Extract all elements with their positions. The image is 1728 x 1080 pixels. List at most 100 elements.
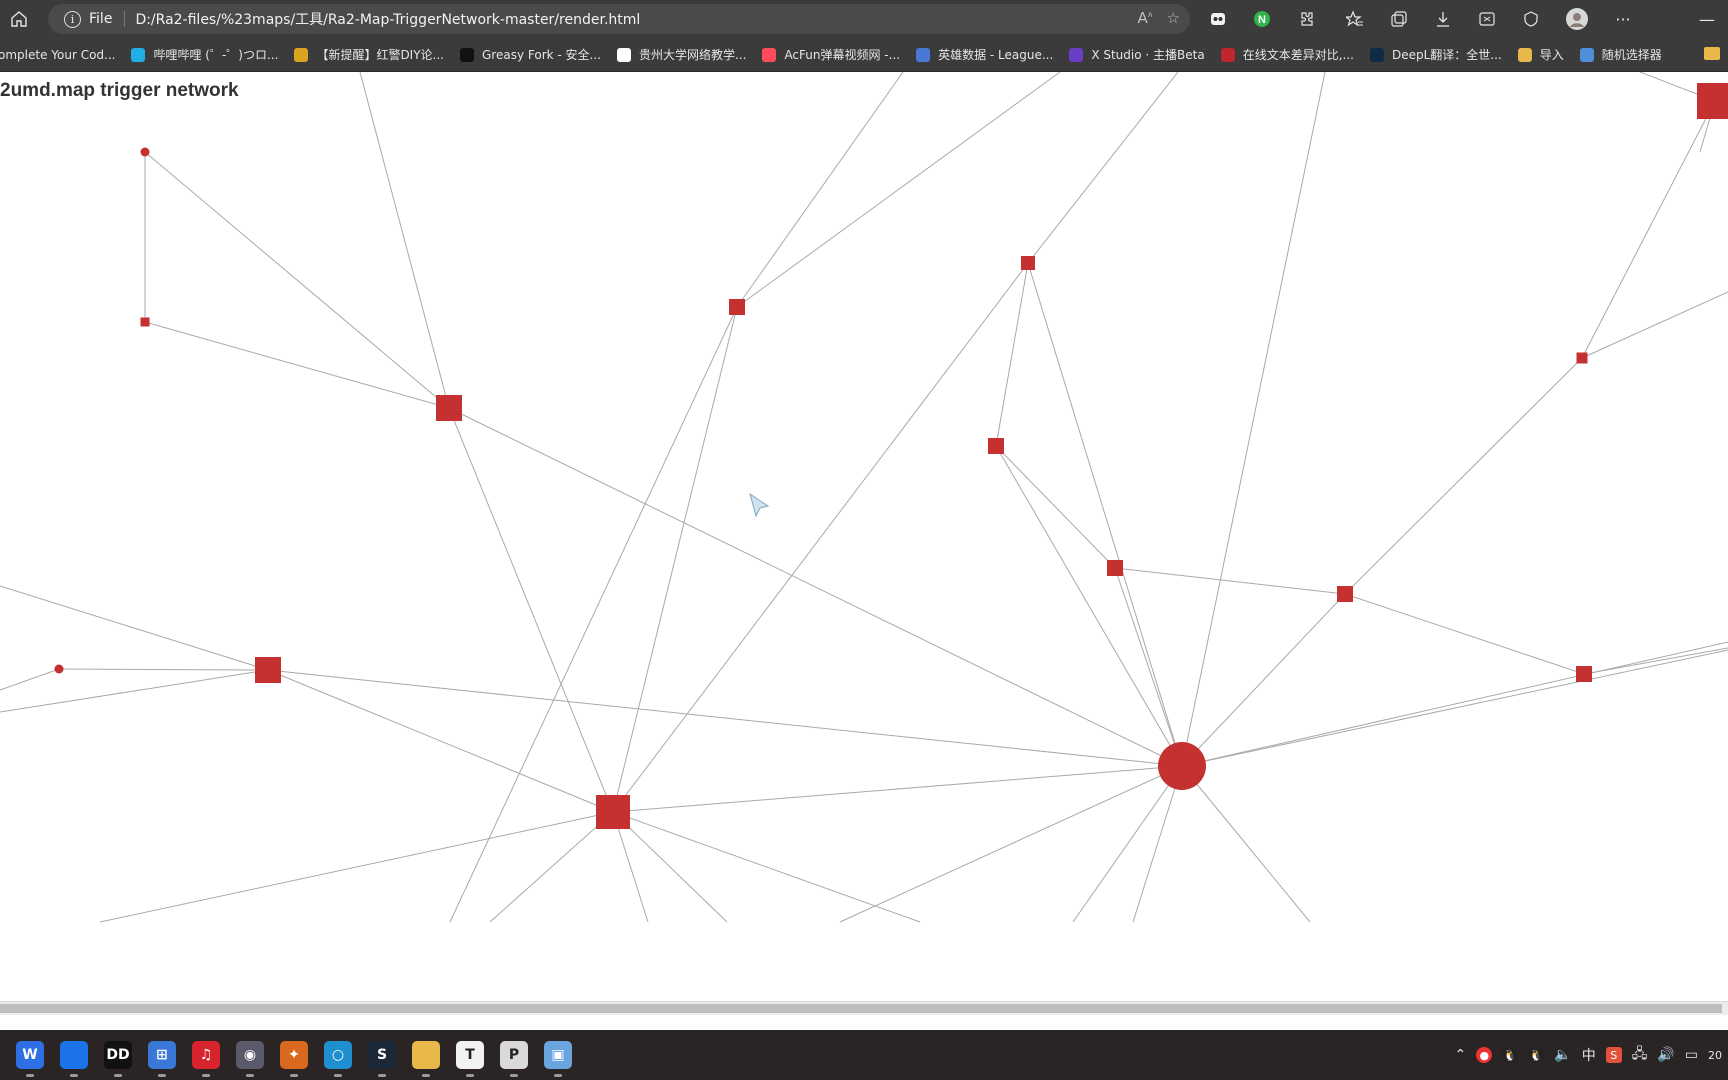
record-icon[interactable]: ● — [1476, 1047, 1493, 1063]
file-explorer-icon[interactable] — [412, 1041, 440, 1077]
netease-music-icon[interactable]: ♫ — [192, 1041, 220, 1077]
minimize-icon[interactable]: — — [1692, 4, 1722, 34]
extensions-icon[interactable] — [1291, 4, 1321, 34]
downloads-icon[interactable] — [1428, 4, 1458, 34]
graph-node[interactable] — [729, 299, 745, 315]
web-capture-icon[interactable] — [1472, 4, 1502, 34]
battery-icon[interactable]: ▭ — [1685, 1047, 1698, 1063]
photos-icon[interactable]: ▣ — [544, 1041, 572, 1077]
other-favorites-folder-icon[interactable] — [1704, 47, 1720, 60]
graph-node[interactable] — [596, 795, 630, 829]
bookmark-label: 【新提醒】红警DIY论... — [316, 48, 444, 62]
typora-icon[interactable]: T — [456, 1041, 484, 1077]
orb-app-icon[interactable]: ○ — [324, 1041, 352, 1077]
favorite-add-icon[interactable]: ☆ — [1167, 9, 1180, 27]
qq-icon-2[interactable]: 🐧 — [1528, 1047, 1545, 1063]
ime-indicator[interactable]: 中 — [1582, 1045, 1596, 1065]
chrome-icon[interactable] — [60, 1041, 88, 1077]
graph-node[interactable] — [1576, 352, 1588, 364]
bookmark-label: 贵州大学网络教学... — [638, 48, 747, 62]
store-icon[interactable]: ⊞ — [148, 1041, 176, 1077]
extension-2-icon[interactable]: N — [1247, 4, 1277, 34]
graph-edge — [1027, 262, 1183, 767]
browser-essentials-icon[interactable] — [1516, 4, 1546, 34]
page-viewport: 2umd.map trigger network — [0, 72, 1728, 1015]
bookmark-item[interactable]: X Studio · 主播Beta — [1069, 46, 1205, 63]
graph-edge — [1114, 567, 1346, 595]
graph-node[interactable] — [1021, 256, 1035, 270]
bookmark-item[interactable]: Greasy Fork - 安全... — [460, 46, 601, 63]
graph-node[interactable] — [1576, 666, 1592, 682]
graph-node[interactable] — [54, 664, 64, 674]
address-bar[interactable]: i File D:/Ra2-files/%23maps/工具/Ra2-Map-T… — [48, 4, 1190, 34]
game-app-icon[interactable]: ◉ — [236, 1041, 264, 1077]
bookmark-item[interactable]: 在线文本差异对比,... — [1220, 46, 1354, 63]
trigger-network-graph[interactable] — [0, 72, 1728, 1015]
clock-fragment[interactable]: 20 — [1708, 1049, 1722, 1062]
bookmark-item[interactable]: 随机选择器 — [1579, 46, 1662, 63]
volume-icon[interactable]: 🔊 — [1657, 1047, 1674, 1063]
graph-node[interactable] — [988, 438, 1004, 454]
graph-node[interactable] — [1697, 83, 1728, 119]
sogou-ime-icon[interactable]: S — [1605, 1047, 1622, 1063]
read-aloud-icon[interactable]: Aʌ — [1138, 9, 1153, 27]
qq-icon-1[interactable]: 🐧 — [1502, 1047, 1519, 1063]
graph-edge — [489, 811, 614, 923]
more-icon[interactable]: ··· — [1608, 4, 1638, 34]
graph-node[interactable] — [140, 147, 150, 157]
bookmark-label: 导入 — [1539, 48, 1564, 62]
address-url[interactable]: D:/Ra2-files/%23maps/工具/Ra2-Map-TriggerN… — [135, 9, 640, 29]
graph-edge — [1114, 567, 1183, 767]
running-indicator — [334, 1074, 342, 1077]
favorites-icon[interactable] — [1340, 4, 1370, 34]
home-icon[interactable] — [4, 4, 34, 34]
horizontal-scrollbar[interactable] — [0, 1001, 1728, 1015]
bookmark-item[interactable]: 导入 — [1517, 46, 1564, 63]
running-indicator — [202, 1074, 210, 1077]
running-indicator — [70, 1074, 78, 1077]
wps-icon[interactable]: W — [16, 1041, 44, 1077]
graph-node[interactable] — [255, 657, 281, 683]
address-scheme-label: File — [89, 11, 113, 27]
bookmark-item[interactable]: 【新提醒】红警DIY论... — [294, 46, 444, 63]
network-icon[interactable]: 🖧 — [1632, 1043, 1648, 1067]
graph-edge — [1581, 100, 1716, 359]
bookmark-label: Greasy Fork - 安全... — [482, 48, 601, 62]
presentation-icon[interactable]: P — [500, 1041, 528, 1077]
extension-1-icon[interactable] — [1203, 4, 1233, 34]
graph-node[interactable] — [140, 317, 150, 327]
bookmark-item[interactable]: 哔哩哔哩 (゜-゜)つロ... — [131, 46, 278, 63]
collections-icon[interactable] — [1384, 4, 1414, 34]
dolby-icon[interactable]: DD — [104, 1041, 132, 1077]
bookmark-favicon-icon — [762, 47, 777, 62]
graph-edge — [995, 445, 1116, 569]
screen: i File D:/Ra2-files/%23maps/工具/Ra2-Map-T… — [0, 0, 1728, 1080]
bookmark-item[interactable]: DeepL翻译：全世... — [1369, 46, 1502, 63]
bookmark-favicon-icon — [294, 47, 309, 62]
speaker-icon[interactable]: 🔈 — [1554, 1047, 1571, 1063]
profile-avatar[interactable] — [1562, 4, 1592, 34]
running-indicator — [114, 1074, 122, 1077]
steam-icon[interactable]: S — [368, 1041, 396, 1077]
bookmark-item[interactable]: 英雄数据 - League... — [916, 46, 1053, 63]
bookmark-favicon-icon — [460, 47, 474, 62]
bookmark-item[interactable]: 贵州大学网络教学... — [616, 46, 747, 63]
running-indicator — [290, 1074, 298, 1077]
page-title: 2umd.map trigger network — [0, 80, 239, 101]
graph-node[interactable] — [436, 395, 462, 421]
bookmark-favicon-icon — [916, 47, 931, 62]
graph-node[interactable] — [1337, 586, 1353, 602]
graph-edge — [612, 262, 1029, 813]
red-alert-icon[interactable]: ✦ — [280, 1041, 308, 1077]
graph-node[interactable] — [1158, 742, 1206, 790]
site-info-icon[interactable]: i — [64, 10, 81, 28]
graph-node[interactable] — [1107, 560, 1123, 576]
bookmark-favicon-icon — [1220, 47, 1235, 62]
svg-text:N: N — [1258, 14, 1266, 26]
graph-edge — [1181, 649, 1728, 767]
scrollbar-thumb[interactable] — [0, 1004, 1722, 1013]
bookmark-item[interactable]: AcFun弹幕视频网 -... — [762, 46, 900, 63]
tray-overflow-icon[interactable]: ⌃ — [1455, 1047, 1467, 1063]
graph-edge — [1581, 291, 1728, 359]
bookmark-item[interactable]: omplete Your Cod... — [0, 46, 115, 63]
